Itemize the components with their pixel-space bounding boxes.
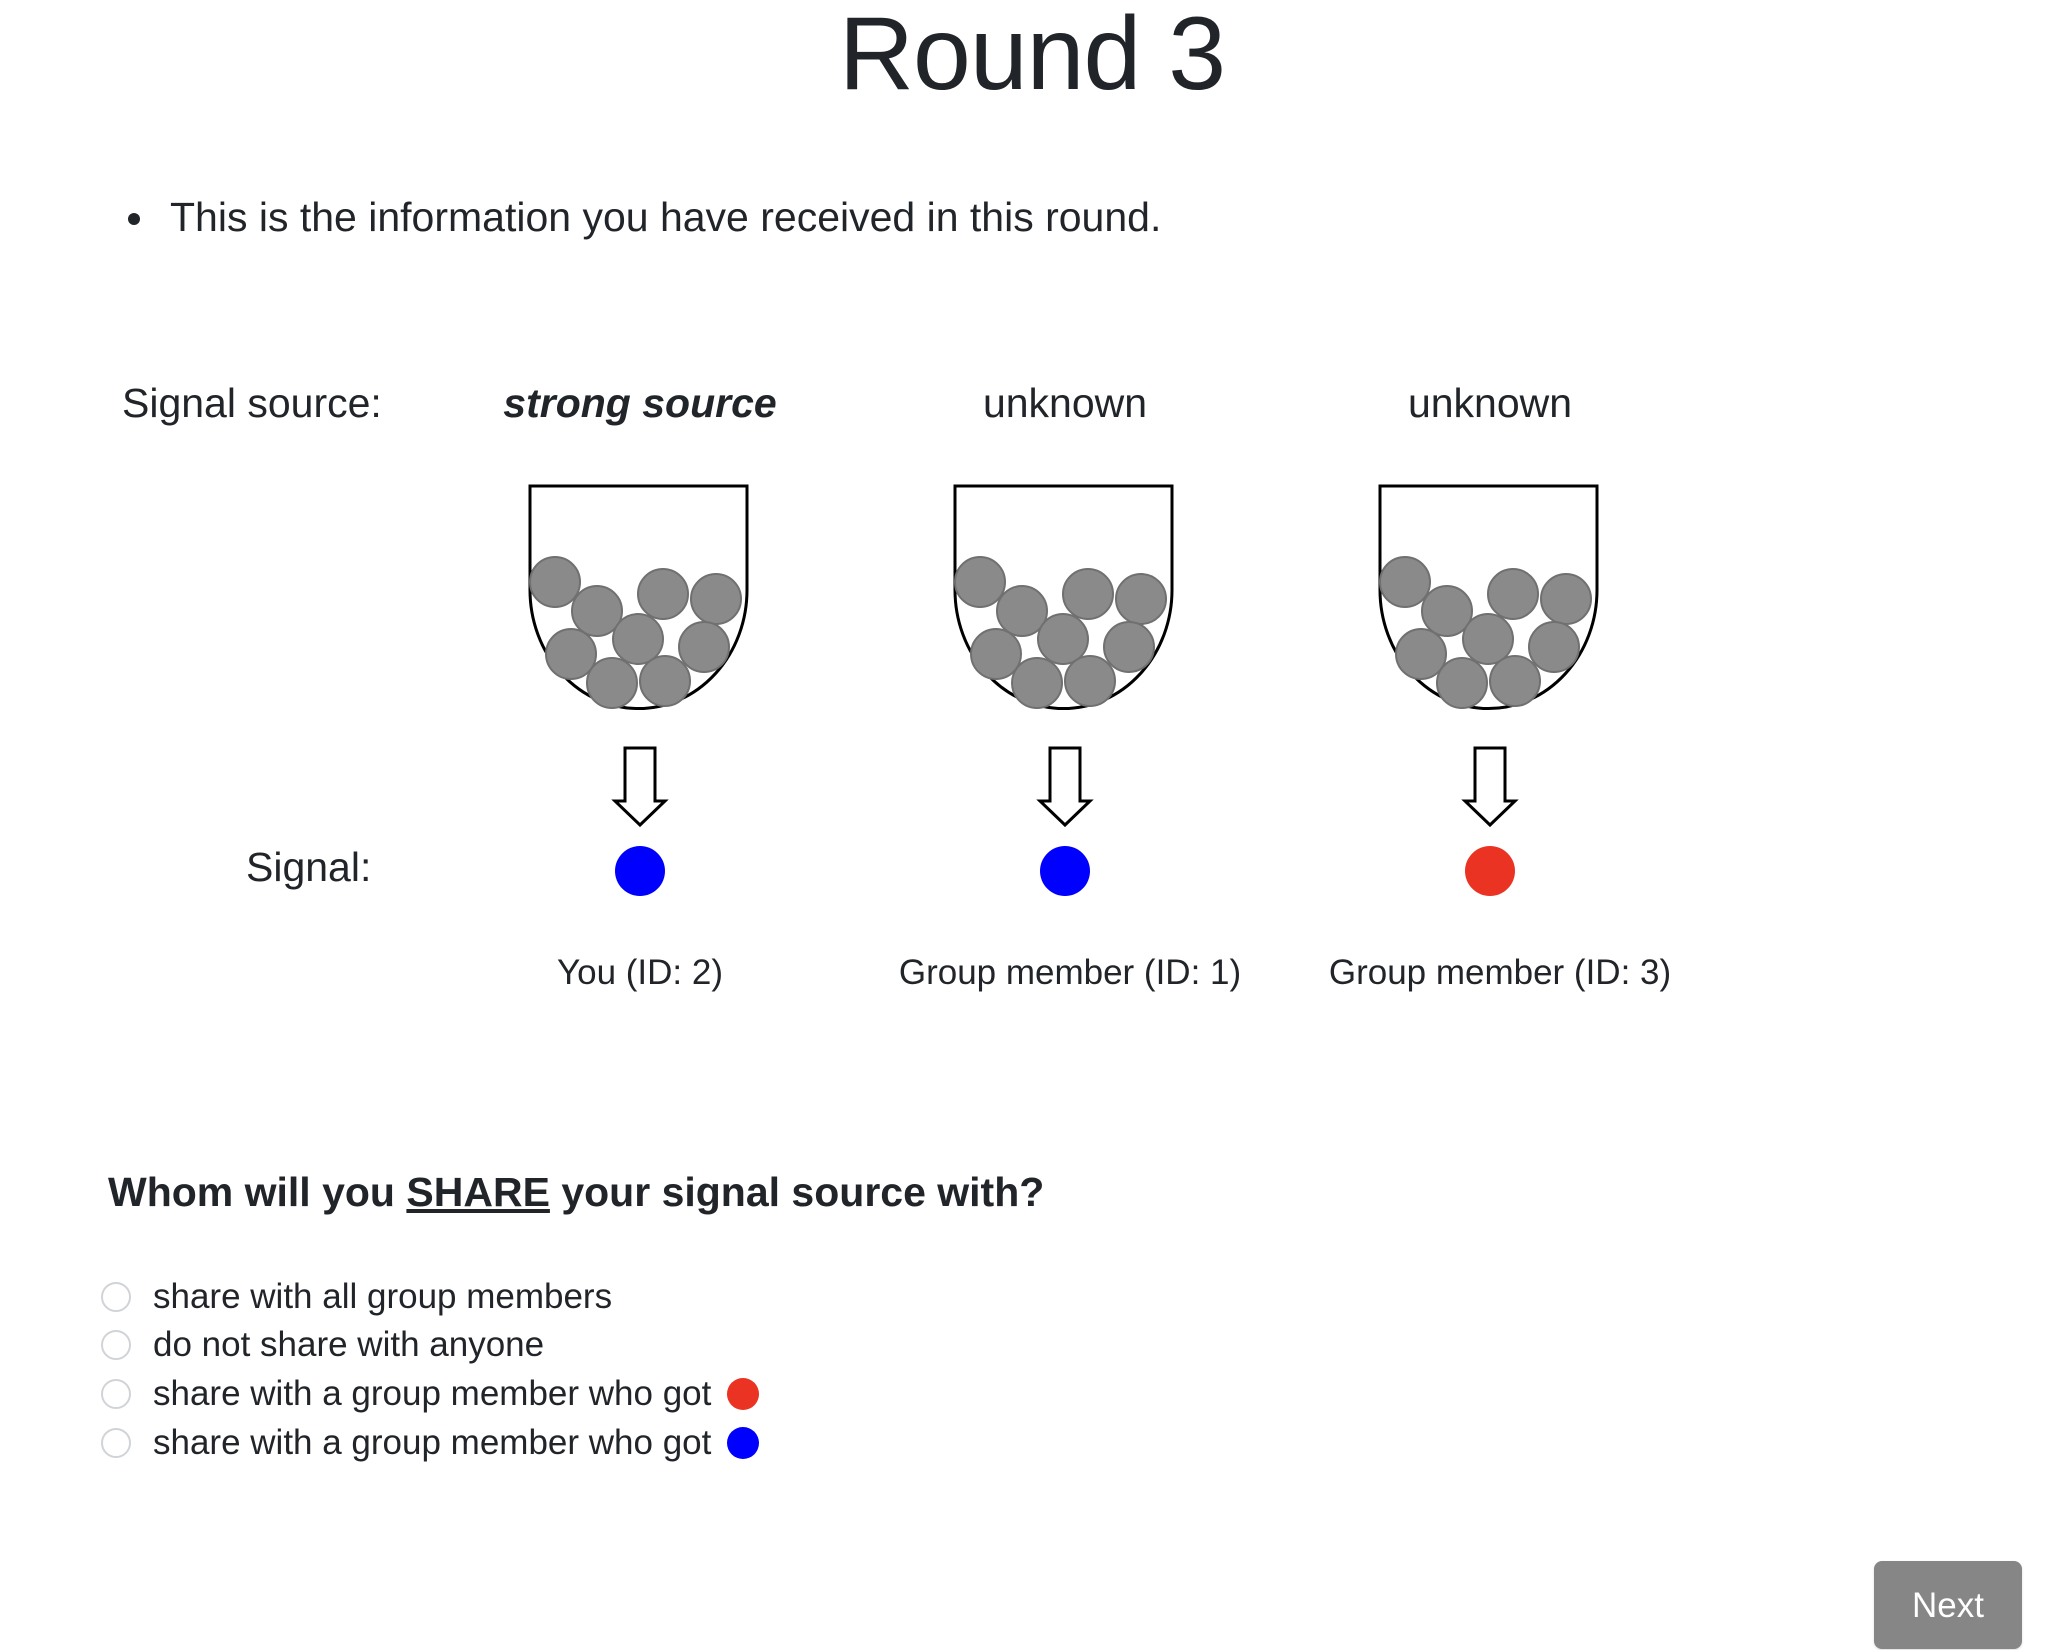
source-label-3: unknown [1407,380,1573,426]
signal-label: Signal: [246,844,372,890]
question-emphasis: SHARE [406,1169,550,1215]
question-suffix: your signal source with? [561,1169,1045,1215]
blue-ball-icon [727,1427,760,1459]
red-ball-icon [727,1378,760,1410]
page-title: Round 3 [838,0,1226,112]
urn-3 [1378,484,1599,896]
option-share-blue[interactable]: share with a group member who got [101,1421,760,1465]
owner-label-1: You (ID: 2) [556,953,723,992]
signal-dot-3 [1465,846,1515,896]
question-prefix: Whom will you [108,1169,395,1215]
source-label-1: strong source [503,380,777,426]
radio-button[interactable] [101,1282,131,1312]
owner-label-2: Group member (ID: 1) [898,953,1242,992]
option-label: share with a group member who got [153,1374,712,1413]
radio-button[interactable] [101,1379,131,1409]
option-label: share with a group member who got [153,1423,712,1462]
option-share-none[interactable]: do not share with anyone [101,1323,544,1367]
signal-dot-1 [615,846,665,896]
radio-button[interactable] [101,1428,131,1458]
signal-source-label: Signal source: [122,380,382,426]
urn-1 [528,484,749,896]
option-label: do not share with anyone [153,1325,545,1364]
option-share-red[interactable]: share with a group member who got [101,1372,760,1416]
source-label-2: unknown [982,380,1148,426]
share-question: Whom will you SHARE your signal source w… [108,1167,1044,1217]
bullet-dot [128,213,140,225]
owner-label-3: Group member (ID: 3) [1328,953,1672,992]
option-share-all[interactable]: share with all group members [101,1275,612,1319]
down-arrow-icon [1036,746,1094,828]
signal-dot-2 [1040,846,1090,896]
down-arrow-icon [1461,746,1519,828]
intro-text: This is the information you have receive… [170,194,1162,240]
option-label: share with all group members [153,1277,613,1316]
down-arrow-icon [611,746,669,828]
urn-2 [953,484,1174,896]
radio-button[interactable] [101,1330,131,1360]
next-button[interactable]: Next [1874,1561,2022,1649]
